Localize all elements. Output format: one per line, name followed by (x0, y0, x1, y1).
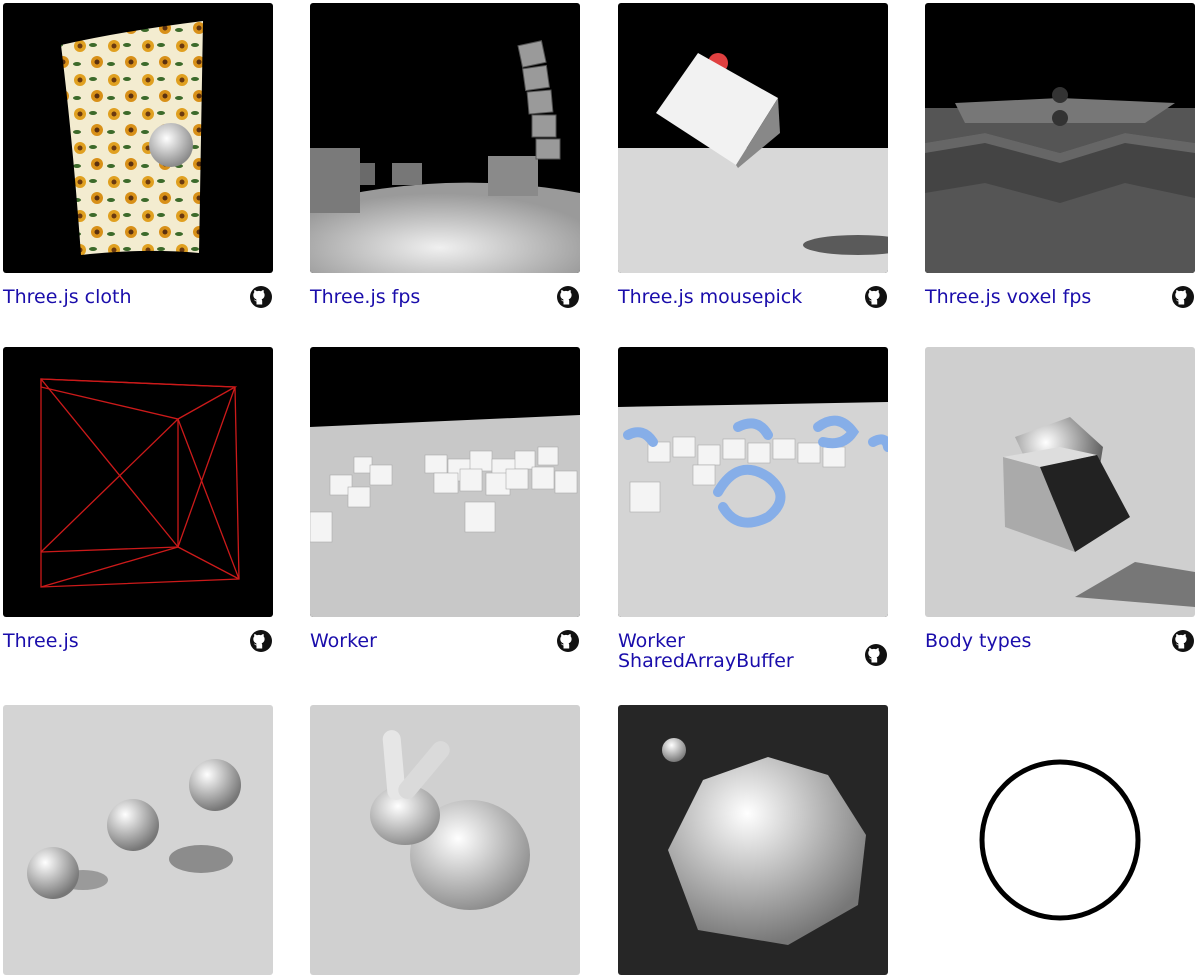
demo-thumbnail-mousepick[interactable] (618, 3, 888, 273)
demo-thumbnail-threejs[interactable] (3, 347, 273, 617)
demo-thumbnail-worker[interactable] (310, 347, 580, 617)
github-icon[interactable] (1171, 629, 1195, 653)
github-icon[interactable] (1171, 285, 1195, 309)
demo-title-link[interactable]: Three.js mousepick (618, 287, 848, 307)
demo-title-link[interactable]: Worker SharedArrayBuffer (618, 631, 848, 671)
demo-thumbnail-worker-sab[interactable] (618, 347, 888, 617)
demo-thumbnail-voxel-fps[interactable] (925, 3, 1195, 273)
github-icon[interactable] (556, 629, 580, 653)
github-icon[interactable] (864, 643, 888, 667)
demo-thumbnail-bunny[interactable] (310, 705, 580, 975)
demo-thumbnail-spheres[interactable] (3, 705, 273, 975)
demo-thumbnail-circle[interactable] (925, 705, 1195, 975)
demo-title-link[interactable]: Three.js (3, 631, 233, 651)
demo-thumbnail-body-types[interactable] (925, 347, 1195, 617)
demo-title-link[interactable]: Body types (925, 631, 1155, 651)
github-icon[interactable] (249, 629, 273, 653)
demo-thumbnail-fps[interactable] (310, 3, 580, 273)
demo-thumbnail-cloth[interactable] (3, 3, 273, 273)
demo-title-link[interactable]: Worker (310, 631, 540, 651)
demo-title-link[interactable]: Three.js cloth (3, 287, 233, 307)
github-icon[interactable] (249, 285, 273, 309)
github-icon[interactable] (864, 285, 888, 309)
github-icon[interactable] (556, 285, 580, 309)
demo-title-link[interactable]: Three.js voxel fps (925, 287, 1155, 307)
demo-thumbnail-dark-sphere[interactable] (618, 705, 888, 975)
demo-title-link[interactable]: Three.js fps (310, 287, 540, 307)
